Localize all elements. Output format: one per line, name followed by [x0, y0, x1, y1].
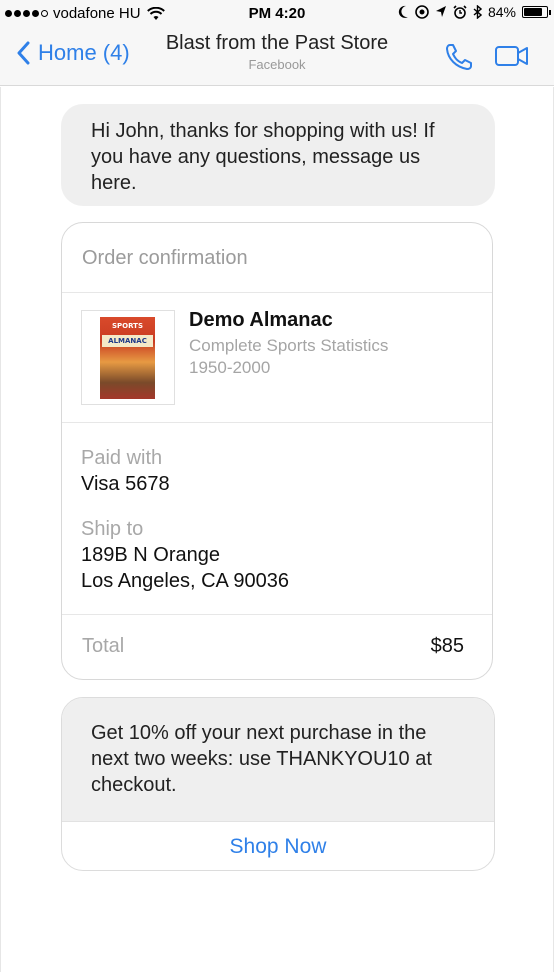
status-bar: vodafone HU PM 4:20 84% [0, 0, 554, 28]
total-value: $85 [430, 635, 464, 657]
paid-with-value: Visa 5678 [81, 473, 170, 495]
product-image-label: SPORTS [111, 322, 143, 330]
battery-fill [524, 8, 543, 16]
ship-to-line1: 189B N Orange [81, 544, 220, 566]
moon-icon [398, 5, 408, 18]
product-title: Demo Almanac [189, 309, 333, 331]
battery-tip [549, 10, 551, 15]
video-camera-icon[interactable] [494, 42, 530, 70]
ship-to-line2: Los Angeles, CA 90036 [81, 570, 289, 592]
receipt-details: Paid with Visa 5678 Ship to 189B N Orang… [62, 423, 492, 615]
product-image-band: ALMANAC [102, 335, 153, 347]
alarm-icon [453, 5, 467, 19]
product-thumbnail: SPORTS ALMANAC [81, 310, 175, 405]
message-bubble: Hi John, thanks for shopping with us! If… [61, 104, 495, 206]
phone-icon[interactable] [444, 42, 474, 72]
promo-text: Get 10% off your next purchase in the ne… [62, 698, 494, 821]
shop-now-button[interactable]: Shop Now [62, 821, 494, 870]
receipt-card: Order confirmation SPORTS ALMANAC Demo A… [61, 222, 493, 680]
nav-bar: Home (4) Blast from the Past Store Faceb… [0, 28, 554, 86]
ship-to-label: Ship to [81, 518, 144, 540]
bluetooth-icon [473, 5, 482, 19]
chat-thread: Hi John, thanks for shopping with us! If… [0, 87, 554, 972]
receipt-header: Order confirmation [62, 223, 492, 293]
receipt-item: SPORTS ALMANAC Demo Almanac Complete Spo… [62, 293, 492, 423]
product-description: Complete Sports Statistics 1950-2000 [189, 336, 389, 377]
total-label: Total [82, 635, 125, 657]
status-right: 84% [397, 4, 551, 20]
location-lock-icon [415, 5, 429, 19]
location-icon [435, 6, 446, 17]
battery-icon [522, 6, 551, 18]
battery-percent: 84% [487, 4, 516, 20]
receipt-total: Total $85 [62, 615, 492, 679]
product-image: SPORTS ALMANAC [100, 317, 155, 399]
promo-card: Get 10% off your next purchase in the ne… [61, 697, 495, 871]
paid-with-label: Paid with [81, 447, 163, 469]
